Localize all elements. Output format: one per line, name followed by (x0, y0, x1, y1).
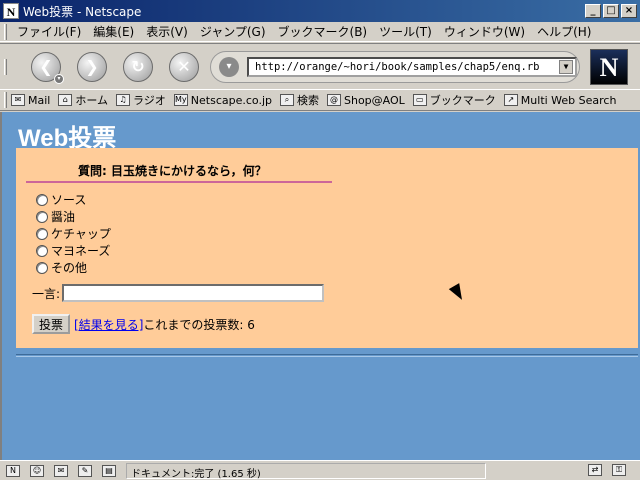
my-netscape-icon: My (173, 94, 188, 106)
toolbar-grip[interactable] (4, 92, 7, 108)
vote-row: 投票 [結果を見る] これまでの投票数: 6 (32, 314, 255, 334)
option-ketchup[interactable]: ケチャップ (36, 225, 111, 242)
page-content: Web投票 質問: 目玉焼きにかけるなら，何？ ソース 醤油 ケチャップ マヨネ… (0, 112, 640, 460)
home-label: ホーム (75, 94, 109, 107)
url-menu-icon[interactable]: ▾ (219, 57, 239, 77)
security-lock-icon[interactable]: ⚿ (612, 464, 626, 476)
menu-edit[interactable]: 編集(E) (87, 23, 140, 40)
options-list: ソース 醤油 ケチャップ マヨネーズ その他 (36, 191, 111, 276)
radio-link[interactable]: ♫ ラジオ (116, 92, 166, 108)
netscape-jp-label: Netscape.co.jp (190, 93, 272, 107)
reload-icon: ↻ (131, 57, 145, 76)
radio-button[interactable] (36, 227, 48, 240)
multi-web-search-link[interactable]: ↗ Multi Web Search (503, 93, 617, 107)
address-book-icon[interactable]: ▤ (102, 464, 116, 477)
radio-label: ラジオ (133, 94, 166, 107)
option-soy-sauce[interactable]: 醤油 (36, 208, 111, 225)
aim-icon[interactable]: ☺ (30, 464, 44, 477)
status-text: ドキュメント:完了 (1.65 秒) (126, 462, 486, 480)
window-title: Web投票 - Netscape (23, 4, 142, 19)
close-button[interactable]: × (621, 4, 637, 18)
radio-button[interactable] (36, 193, 48, 206)
radio-button[interactable] (36, 210, 48, 223)
url-text: http://orange/~hori/book/samples/chap5/e… (255, 61, 540, 73)
online-connection-icon[interactable]: ⇄ (588, 464, 602, 476)
menu-go[interactable]: ジャンプ(G) (194, 23, 272, 40)
question-divider (26, 181, 332, 183)
option-label: その他 (51, 261, 88, 275)
option-label: マヨネーズ (51, 244, 111, 258)
title-bar: N Web投票 - Netscape _ □ × (0, 0, 640, 22)
menu-bookmarks[interactable]: ブックマーク(B) (272, 23, 374, 40)
search-link[interactable]: ⌕ 検索 (280, 92, 319, 108)
comment-row: 一言: (32, 284, 325, 302)
search-icon: ⌕ (280, 94, 294, 106)
question-text: 質問: 目玉焼きにかけるなら，何？ (78, 164, 267, 178)
menu-bar: ファイル(F) 編集(E) 表示(V) ジャンプ(G) ブックマーク(B) ツー… (0, 22, 640, 42)
home-link[interactable]: ⌂ ホーム (58, 92, 108, 108)
link-icon: ↗ (503, 94, 518, 106)
status-right-icons: ⇄ ⚿ (588, 464, 636, 476)
status-bar: N ☺ ✉ ✎ ▤ ドキュメント:完了 (1.65 秒) ⇄ ⚿ (0, 460, 640, 480)
personal-toolbar: ✉ Mail ⌂ ホーム ♫ ラジオ My Netscape.co.jp ⌕ 検索 @ Sh… (0, 89, 640, 111)
folder-icon: ▭ (412, 94, 427, 106)
url-bar: ▾ http://orange/~hori/book/samples/chap5… (210, 51, 580, 83)
toolbar-grip[interactable] (4, 58, 7, 75)
navigator-icon[interactable]: N (6, 464, 20, 477)
menu-file[interactable]: ファイル(F) (11, 23, 87, 40)
menu-view[interactable]: 表示(V) (140, 23, 194, 40)
netscape-icon: N (3, 3, 19, 19)
back-history-icon[interactable]: ▾ (54, 73, 64, 84)
menu-help[interactable]: ヘルプ(H) (531, 23, 597, 40)
menu-window[interactable]: ウィンドウ(W) (438, 23, 531, 40)
radio-button[interactable] (36, 244, 48, 257)
radio-button[interactable] (36, 261, 48, 274)
minimize-button[interactable]: _ (585, 4, 601, 18)
comment-input[interactable] (62, 284, 325, 302)
url-history-dropdown-icon[interactable]: ▼ (559, 60, 573, 74)
home-icon: ⌂ (58, 94, 73, 106)
option-other[interactable]: その他 (36, 259, 111, 276)
back-arrow-icon: ❮ (39, 57, 53, 76)
mail-icon: ✉ (11, 94, 25, 106)
bookmarks-link[interactable]: ▭ ブックマーク (412, 92, 496, 108)
back-button[interactable]: ❮ ▾ (31, 51, 64, 84)
mail-label: Mail (28, 93, 51, 107)
stop-button[interactable]: ✕ (169, 51, 199, 82)
option-label: ソース (51, 193, 87, 207)
maximize-button[interactable]: □ (603, 4, 619, 18)
option-label: 醤油 (51, 210, 76, 224)
mail-icon[interactable]: ✉ (54, 464, 68, 477)
reload-button[interactable]: ↻ (123, 51, 153, 82)
multi-web-search-label: Multi Web Search (520, 93, 617, 107)
view-results-link[interactable]: [結果を見る] (74, 316, 143, 333)
shop-aol-link[interactable]: @ Shop@AOL (327, 94, 405, 107)
horizontal-rule (16, 354, 638, 357)
aol-icon: @ (327, 94, 341, 106)
forward-button[interactable]: ❯ (77, 51, 107, 82)
bookmarks-label: ブックマーク (429, 94, 496, 107)
menu-tools[interactable]: ツール(T) (373, 23, 438, 40)
netscape-jp-link[interactable]: My Netscape.co.jp (173, 93, 272, 107)
forward-arrow-icon: ❯ (85, 57, 99, 76)
url-input[interactable]: http://orange/~hori/book/samples/chap5/e… (247, 57, 577, 77)
toolbar-grip[interactable] (4, 23, 7, 40)
netscape-logo[interactable]: N (590, 49, 628, 85)
option-mayonnaise[interactable]: マヨネーズ (36, 242, 111, 259)
vote-button[interactable]: 投票 (32, 314, 71, 334)
navigation-toolbar: ❮ ▾ ❯ ↻ ✕ ▾ http://orange/~hori/book/sam… (0, 43, 640, 89)
stop-icon: ✕ (177, 57, 191, 76)
composer-icon[interactable]: ✎ (78, 464, 92, 477)
music-note-icon: ♫ (116, 94, 131, 106)
vote-form: 質問: 目玉焼きにかけるなら，何？ ソース 醤油 ケチャップ マヨネーズ その他… (16, 148, 638, 348)
option-label: ケチャップ (51, 227, 111, 241)
comment-label: 一言: (32, 286, 61, 301)
option-sauce[interactable]: ソース (36, 191, 111, 208)
search-label: 検索 (297, 94, 319, 107)
vote-count-text: これまでの投票数: 6 (143, 317, 255, 332)
mail-link[interactable]: ✉ Mail (11, 94, 50, 107)
shop-aol-label: Shop@AOL (344, 93, 405, 107)
